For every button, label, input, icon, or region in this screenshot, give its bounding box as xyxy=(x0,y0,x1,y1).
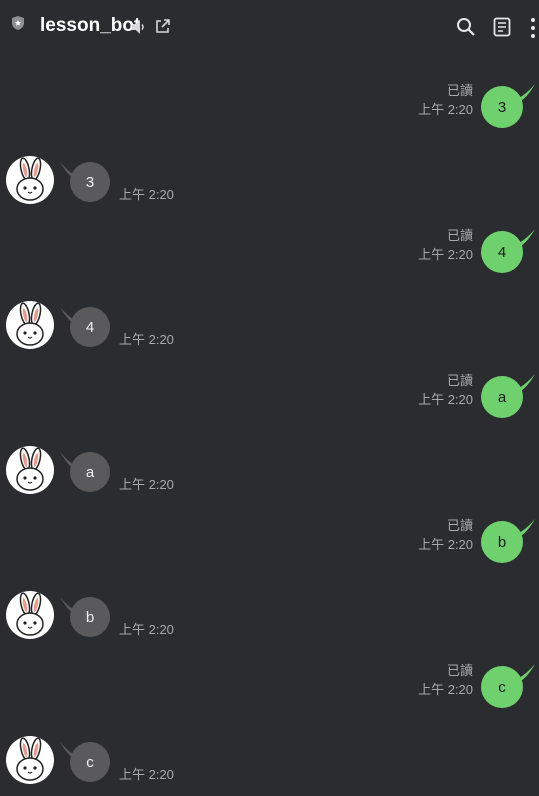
incoming-bubble[interactable]: c xyxy=(70,742,110,782)
outgoing-bubble[interactable]: 4 xyxy=(481,231,523,273)
message-time: 上午 2:20 xyxy=(119,187,174,202)
chat-title: lesson_bot xyxy=(40,15,141,36)
outgoing-bubble[interactable]: a xyxy=(481,376,523,418)
search-icon[interactable] xyxy=(456,17,476,37)
more-icon[interactable] xyxy=(528,17,538,39)
incoming-message: 4 上午 2:20 xyxy=(0,301,539,361)
message-time: 上午 2:20 xyxy=(418,682,473,697)
incoming-bubble[interactable]: 4 xyxy=(70,307,110,347)
message-time: 上午 2:20 xyxy=(418,537,473,552)
message-time: 上午 2:20 xyxy=(119,477,174,492)
message-time: 上午 2:20 xyxy=(418,247,473,262)
read-receipt: 已讀 xyxy=(446,373,473,388)
message-time: 上午 2:20 xyxy=(119,622,174,637)
message-time: 上午 2:20 xyxy=(119,332,174,347)
outgoing-message: a 已讀 上午 2:20 xyxy=(0,373,539,436)
memo-icon[interactable] xyxy=(492,17,512,37)
outgoing-message: 4 已讀 上午 2:20 xyxy=(0,228,539,291)
outgoing-bubble[interactable]: c xyxy=(481,666,523,708)
incoming-message: 3 上午 2:20 xyxy=(0,156,539,216)
external-link-icon[interactable] xyxy=(155,18,171,34)
read-receipt: 已讀 xyxy=(446,518,473,533)
read-receipt: 已讀 xyxy=(446,228,473,243)
outgoing-message: b 已讀 上午 2:20 xyxy=(0,518,539,581)
outgoing-message: 3 已讀 上午 2:20 xyxy=(0,83,539,146)
incoming-bubble[interactable]: 3 xyxy=(70,162,110,202)
incoming-message: a 上午 2:20 xyxy=(0,446,539,506)
incoming-message: c 上午 2:20 xyxy=(0,736,539,796)
read-receipt: 已讀 xyxy=(446,83,473,98)
incoming-message: b 上午 2:20 xyxy=(0,591,539,651)
shield-icon xyxy=(12,16,24,30)
avatar[interactable] xyxy=(6,591,54,639)
incoming-bubble[interactable]: b xyxy=(70,597,110,637)
incoming-bubble[interactable]: a xyxy=(70,452,110,492)
avatar[interactable] xyxy=(6,446,54,494)
rabbit-icon xyxy=(16,302,44,346)
message-time: 上午 2:20 xyxy=(119,767,174,782)
message-time: 上午 2:20 xyxy=(418,392,473,407)
read-receipt: 已讀 xyxy=(446,663,473,678)
rabbit-icon xyxy=(16,157,44,201)
avatar[interactable] xyxy=(6,736,54,784)
avatar[interactable] xyxy=(6,156,54,204)
outgoing-message: c 已讀 上午 2:20 xyxy=(0,663,539,726)
rabbit-icon xyxy=(16,737,44,781)
message-time: 上午 2:20 xyxy=(418,102,473,117)
rabbit-icon xyxy=(16,592,44,636)
chat-header: lesson_bot xyxy=(0,0,539,54)
outgoing-bubble[interactable]: 3 xyxy=(481,86,523,128)
rabbit-icon xyxy=(16,447,44,491)
speaker-icon[interactable] xyxy=(130,18,146,36)
avatar[interactable] xyxy=(6,301,54,349)
outgoing-bubble[interactable]: b xyxy=(481,521,523,563)
